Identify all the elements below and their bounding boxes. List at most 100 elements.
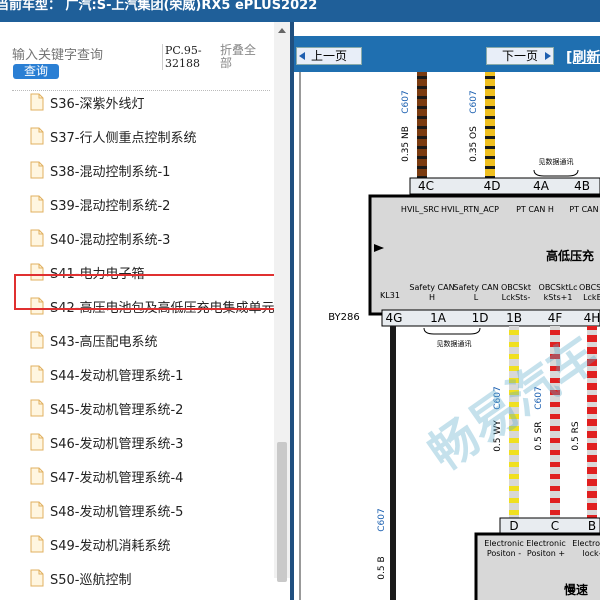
wire-stripe: [485, 146, 495, 149]
wire-stripe: [485, 126, 495, 129]
pin-label: 4F: [548, 311, 563, 325]
tree-item-label: S38-混动控制系统-1: [50, 164, 171, 180]
wire-stripe: [550, 426, 560, 431]
tree-item-label: S46-发动机管理系统-3: [50, 436, 184, 452]
signal-label: Safety CAN: [453, 283, 498, 292]
next-page-button[interactable]: 下一页: [486, 47, 554, 65]
wire-stripe: [509, 342, 519, 347]
wire-stripe: [550, 330, 560, 335]
wire-code: C607: [401, 90, 411, 113]
tree-item[interactable]: S38-混动控制系统-1: [30, 158, 170, 182]
wire-stripe: [417, 116, 427, 119]
signal-label: Safety CAN: [409, 283, 454, 292]
tree-item[interactable]: S43-高压配电系统: [30, 328, 158, 352]
wire-stripe: [550, 438, 560, 443]
catalog-scrollbar[interactable]: [274, 22, 290, 582]
wire-stripe: [417, 96, 427, 99]
document-icon: [30, 399, 44, 417]
wire-stripe: [550, 450, 560, 455]
selected-item-highlight: [14, 274, 278, 310]
signal-label: PT CAN: [569, 205, 598, 214]
search-input[interactable]: [12, 48, 152, 63]
signal-label: lock-: [582, 549, 600, 558]
document-icon: [30, 161, 44, 179]
tree-item[interactable]: S40-混动控制系统-3: [30, 226, 170, 250]
tree-item[interactable]: S49-发动机消耗系统: [30, 532, 171, 556]
wire-spec: 0.5 RS: [571, 421, 581, 450]
document-icon: [30, 467, 44, 485]
wire-stripe: [587, 486, 597, 491]
wire-stripe: [509, 510, 519, 515]
wire-stripe: [509, 330, 519, 335]
wire-stripe: [509, 498, 519, 503]
pc-code: PC.95-32188: [162, 44, 218, 70]
wire-stripe: [485, 156, 495, 159]
wire-stripe: [485, 96, 495, 99]
wire-stripe: [550, 414, 560, 419]
tree-item-label: S49-发动机消耗系统: [50, 538, 171, 554]
wire-stripe: [587, 510, 597, 515]
document-icon: [30, 433, 44, 451]
pin-label: 4C: [418, 179, 434, 193]
pin-label: 4G: [386, 311, 403, 325]
tree-item[interactable]: S44-发动机管理系统-1: [30, 362, 183, 386]
tree-item[interactable]: S36-深紫外线灯: [30, 90, 145, 114]
refresh-link[interactable]: [刷新: [566, 47, 600, 67]
pin-label: D: [509, 519, 518, 533]
wire-stripe: [509, 450, 519, 455]
collapse-all-button[interactable]: 折叠全部: [220, 44, 264, 70]
wire-stripe: [485, 86, 495, 89]
bottom-note: 见数据通讯: [437, 339, 472, 348]
tree-item[interactable]: S39-混动控制系统-2: [30, 192, 170, 216]
wire-stripe: [550, 462, 560, 467]
wire-stripe: [417, 166, 427, 169]
wire-stripe: [417, 146, 427, 149]
tree-item-label: S40-混动控制系统-3: [50, 232, 171, 248]
wire-stripe: [509, 354, 519, 359]
wire-stripe: [417, 106, 427, 109]
app-title-bar: 当前车型： 广汽:S-上汽集团(荣威)RX5 ePLUS2022: [0, 0, 600, 22]
signal-label: L: [474, 293, 479, 302]
signal-label: Electronic: [526, 539, 565, 548]
tree-item-label: S43-高压配电系统: [50, 334, 158, 350]
document-icon: [30, 229, 44, 247]
tree-item-label: S48-发动机管理系统-5: [50, 504, 184, 520]
document-icon: [30, 569, 44, 587]
prev-page-button[interactable]: 上一页: [296, 47, 362, 65]
wire-stripe: [587, 414, 597, 419]
vehicle-model-title: 当前车型： 广汽:S-上汽集团(荣威)RX5 ePLUS2022: [0, 0, 318, 13]
wire-stripe: [587, 426, 597, 431]
tree-item[interactable]: S47-发动机管理系统-4: [30, 464, 183, 488]
pin-label: 1D: [472, 311, 489, 325]
signal-label: H: [429, 293, 435, 302]
pin-label: 4B: [574, 179, 590, 193]
tree-item[interactable]: S37-行人侧重点控制系统: [30, 124, 197, 148]
tree-item[interactable]: S50-巡航控制: [30, 566, 132, 590]
wire-stripe: [417, 136, 427, 139]
tree-item[interactable]: S48-发动机管理系统-5: [30, 498, 183, 522]
wire-stripe: [509, 462, 519, 467]
signal-label: PT CAN H: [516, 205, 554, 214]
wire-stripe: [587, 450, 597, 455]
brace: [423, 327, 481, 335]
document-icon: [30, 501, 44, 519]
wire-stripe: [417, 126, 427, 129]
tree-item[interactable]: S45-发动机管理系统-2: [30, 396, 183, 420]
wire-stripe: [417, 86, 427, 89]
wire-spec: 0.5 SR: [534, 421, 544, 450]
pin-row-bottom: [381, 309, 600, 327]
wire-stripe: [485, 116, 495, 119]
search-button[interactable]: 查询: [13, 64, 59, 79]
wire-stripe: [550, 486, 560, 491]
signal-label: Electronic: [572, 539, 600, 548]
wire-spec: 0.5 B: [377, 556, 387, 579]
wire-stripe: [485, 76, 495, 79]
scroll-thumb[interactable]: [277, 442, 287, 582]
wire-stripe: [587, 438, 597, 443]
signal-label: Positon +: [527, 549, 565, 558]
tree-item-label: S36-深紫外线灯: [50, 96, 145, 112]
tree-item[interactable]: S46-发动机管理系统-3: [30, 430, 183, 454]
wire-stripe: [485, 106, 495, 109]
scroll-up-icon[interactable]: [278, 28, 286, 33]
signal-label: OBCSkt: [501, 283, 531, 292]
